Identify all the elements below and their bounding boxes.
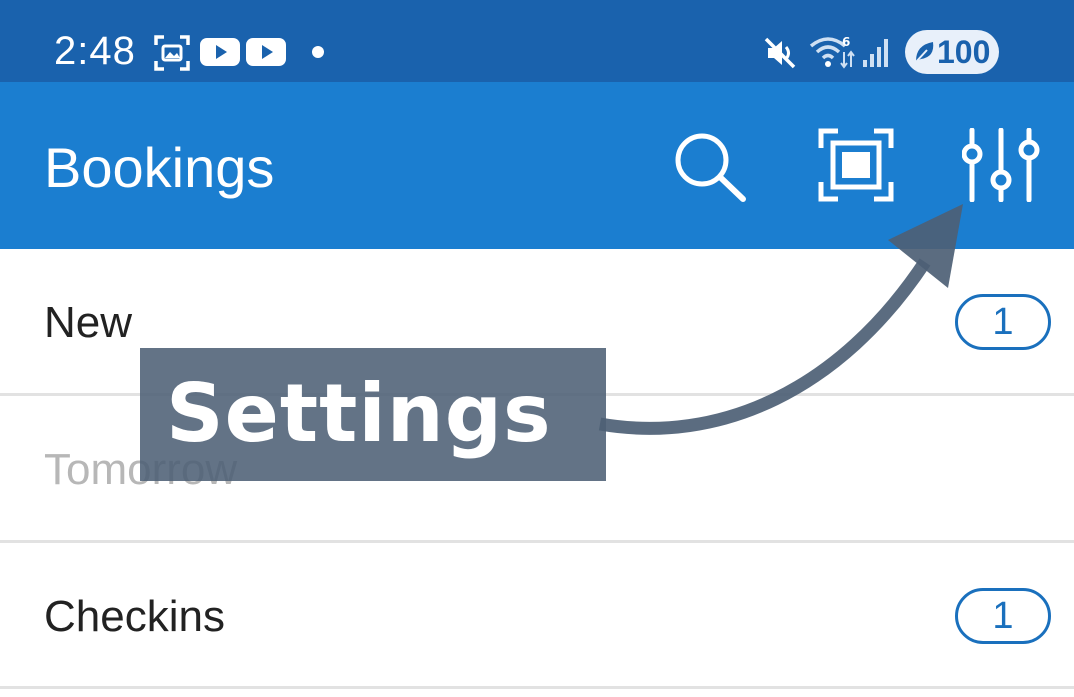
screenshot-icon [154,35,190,71]
youtube-icon [200,38,240,66]
callout-box: Settings [140,348,606,481]
screen: 2:48 6 100 Bookings New 1 Checkins 1 Set… [0,0,1074,697]
wifi-icon: 6 [809,35,855,69]
list-item-label: Checkins [44,592,225,641]
list-item-checkins[interactable]: Checkins 1 [0,543,1074,687]
filter-sliders-icon[interactable] [962,128,1040,202]
youtube-icon [246,38,286,66]
app-bar: Bookings [0,82,1074,249]
battery-indicator: 100 [905,30,999,74]
signal-icon [863,39,888,67]
count-badge: 1 [955,588,1051,644]
status-bar: 2:48 6 100 [0,0,1074,82]
callout-text: Settings [166,367,552,460]
battery-percent: 100 [937,34,991,70]
mute-icon [764,37,796,69]
battery-saver-icon [914,42,934,64]
status-time: 2:48 [54,29,136,73]
search-icon[interactable] [672,130,748,202]
divider [0,686,1074,689]
count-badge: 1 [955,294,1051,350]
svg-text:6: 6 [842,35,850,49]
dot-icon [312,46,324,58]
page-title: Bookings [44,136,275,199]
scan-icon[interactable] [818,128,894,202]
list-item-label: New [44,298,133,347]
